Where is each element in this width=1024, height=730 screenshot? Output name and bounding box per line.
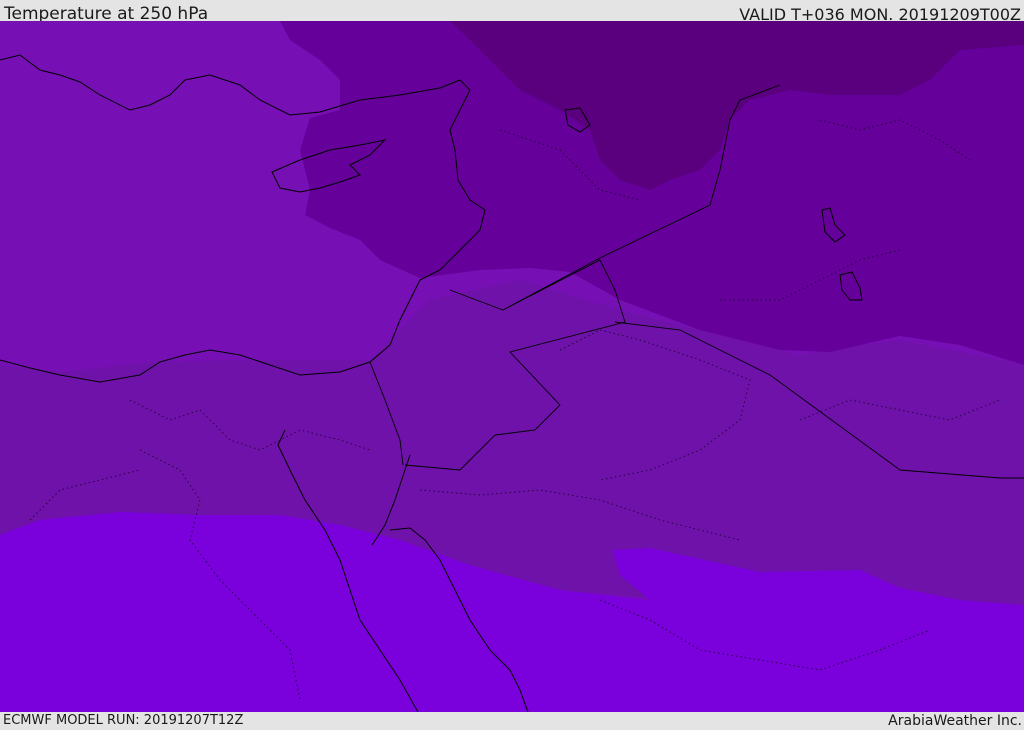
map-canvas: [0, 21, 1024, 712]
footer-bar: ECMWF MODEL RUN: 20191207T12Z ArabiaWeat…: [0, 712, 1024, 729]
weather-map[interactable]: [0, 21, 1024, 712]
credit-label: ArabiaWeather Inc.: [888, 713, 1022, 729]
model-run-label: ECMWF MODEL RUN: 20191207T12Z: [3, 713, 244, 728]
header-bar: Temperature at 250 hPa VALID T+036 MON. …: [0, 0, 1024, 24]
